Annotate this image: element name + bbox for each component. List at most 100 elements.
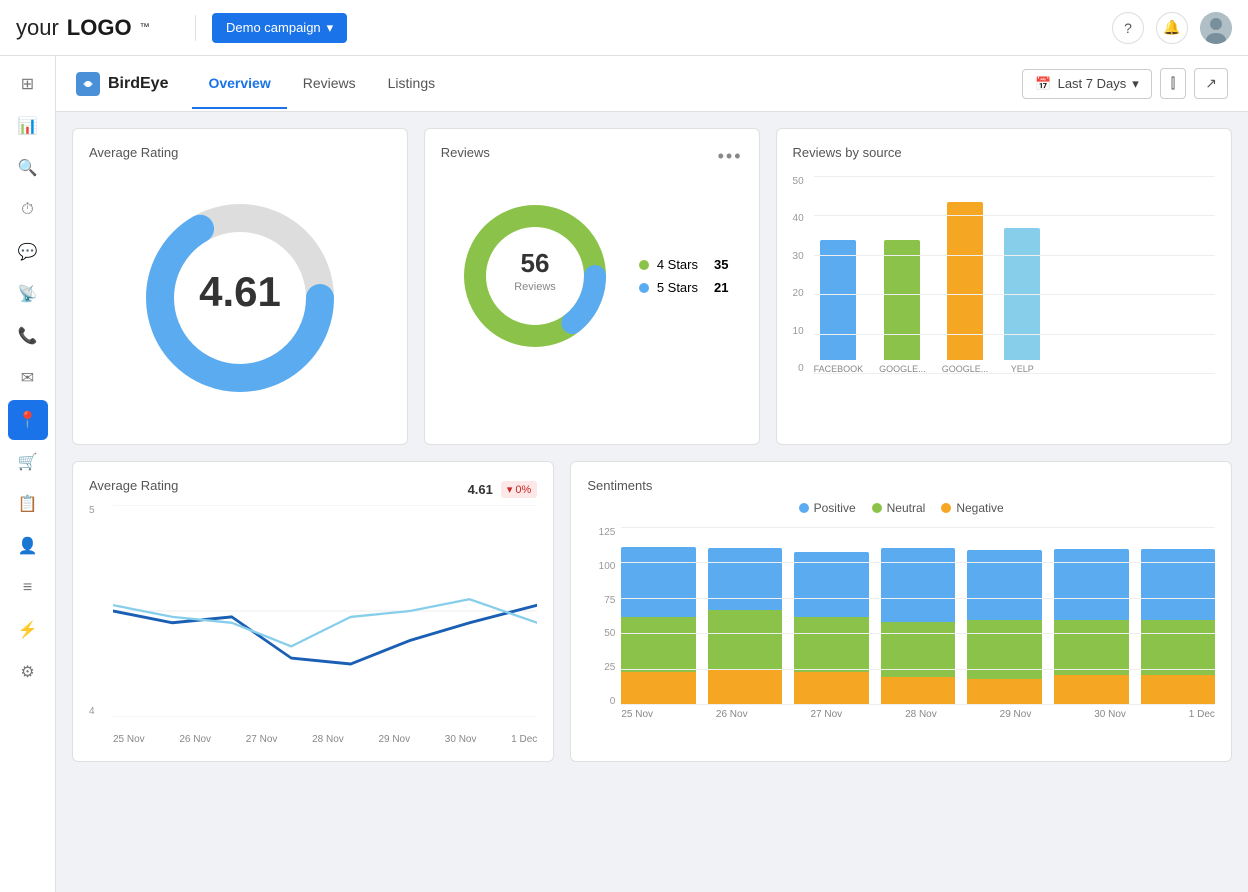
avg-rating-donut: 4.61	[130, 188, 350, 408]
sidebar-item-phone[interactable]: 📞	[8, 316, 48, 356]
sentiments-legend: Positive Neutral Negative	[587, 501, 1215, 515]
sent-negative-5	[967, 679, 1042, 705]
sidebar-item-email[interactable]: ✉	[8, 358, 48, 398]
reviews-donut: 56 Reviews	[455, 196, 615, 356]
reports-icon: 📋	[18, 494, 38, 514]
sub-nav-right: 📅 Last 7 Days ▾ ⫿ ↗	[1022, 68, 1228, 99]
main-layout: ⊞ 📊 🔍 ⏱ 💬 📡 📞 ✉ 📍 🛒 📋 👤 ≡ ⚡ ⚙ BirdEye Ov…	[0, 56, 1248, 892]
reviews-content: 56 Reviews 4 Stars 35 5 Stars	[441, 176, 743, 376]
reviews-by-source-card: Reviews by source 50 40 30 20 10 0	[776, 128, 1232, 445]
email-icon: ✉	[21, 368, 34, 388]
sentiments-y-axis: 125 100 75 50 25 0	[587, 527, 615, 727]
analytics-icon: 📊	[18, 116, 38, 136]
sidebar-item-settings[interactable]: ⚙	[8, 652, 48, 692]
share-button[interactable]: ↗	[1194, 68, 1228, 99]
avg-trend-value: 4.61	[468, 482, 493, 497]
legend-positive: Positive	[799, 501, 856, 515]
top-row: Average Rating 4.61 Reviews •••	[72, 128, 1232, 445]
sentiments-bars-area: 25 Nov 26 Nov 27 Nov 28 Nov 29 Nov 30 No…	[621, 527, 1215, 727]
help-button[interactable]: ?	[1112, 12, 1144, 44]
sent-negative-1	[621, 672, 696, 705]
sent-positive-6	[1054, 549, 1129, 620]
more-options-button[interactable]: •••	[718, 146, 743, 167]
sidebar-item-analytics[interactable]: 📊	[8, 106, 48, 146]
sent-bar-7	[1141, 549, 1216, 705]
source-title: Reviews by source	[793, 145, 1215, 160]
avg-trend-delta: ▾ 0%	[501, 481, 537, 498]
sent-bar-5	[967, 550, 1042, 705]
5stars-count: 21	[714, 280, 728, 295]
sidebar-item-plugins[interactable]: ⚡	[8, 610, 48, 650]
svg-text:4.61: 4.61	[199, 268, 281, 315]
chart-icon: ⫿	[1171, 75, 1175, 91]
neutral-dot	[872, 503, 882, 513]
settings-icon: ⚙	[20, 662, 34, 682]
reviews-card-header: Reviews •••	[441, 145, 743, 168]
source-y-axis: 50 40 30 20 10 0	[793, 176, 808, 396]
avg-trend-title: Average Rating	[89, 478, 178, 493]
notification-button[interactable]: 🔔	[1156, 12, 1188, 44]
bar-facebook: FACEBOOK	[814, 240, 864, 374]
date-range-label: Last 7 Days	[1058, 76, 1127, 91]
down-arrow-icon: ▾	[507, 483, 513, 496]
sent-neutral-4	[881, 622, 956, 677]
sent-positive-2	[708, 548, 783, 610]
sent-bar-1	[621, 547, 696, 705]
demo-campaign-button[interactable]: Demo campaign ▾	[212, 13, 347, 43]
demo-campaign-label: Demo campaign	[226, 20, 321, 35]
date-range-button[interactable]: 📅 Last 7 Days ▾	[1022, 69, 1151, 99]
bar-google2-label: GOOGLE...	[942, 364, 989, 374]
avatar[interactable]	[1200, 12, 1232, 44]
bar-google2-fill	[947, 202, 983, 360]
4stars-dot	[639, 260, 649, 270]
sent-positive-3	[794, 552, 869, 617]
line-x-axis: 25 Nov 26 Nov 27 Nov 28 Nov 29 Nov 30 No…	[113, 734, 537, 745]
tab-listings[interactable]: Listings	[372, 59, 451, 109]
bar-google1: GOOGLE...	[879, 240, 926, 374]
avg-rating-donut-container: 4.61	[89, 168, 391, 428]
sent-bar-4	[881, 548, 956, 705]
top-nav-right: ? 🔔	[1112, 12, 1232, 44]
sidebar-item-timer[interactable]: ⏱	[8, 190, 48, 230]
chevron-down-icon: ▾	[1132, 76, 1139, 92]
sidebar: ⊞ 📊 🔍 ⏱ 💬 📡 📞 ✉ 📍 🛒 📋 👤 ≡ ⚡ ⚙	[0, 56, 56, 892]
content-area: BirdEye Overview Reviews Listings 📅 Last…	[56, 56, 1248, 892]
source-bars-area: FACEBOOK GOOGLE... GOOGLE...	[814, 176, 1215, 396]
avg-trend-card: Average Rating 4.61 ▾ 0% 5 4	[72, 461, 554, 762]
broadcast-icon: 📡	[18, 284, 38, 304]
sidebar-item-home[interactable]: ⊞	[8, 64, 48, 104]
bottom-row: Average Rating 4.61 ▾ 0% 5 4	[72, 461, 1232, 762]
sidebar-item-list[interactable]: ≡	[8, 568, 48, 608]
top-navbar: yourLOGO™ Demo campaign ▾ ? 🔔	[0, 0, 1248, 56]
sidebar-item-messages[interactable]: 💬	[8, 232, 48, 272]
bar-google1-label: GOOGLE...	[879, 364, 926, 374]
list-icon: ≡	[23, 579, 32, 597]
sidebar-item-location[interactable]: 📍	[8, 400, 48, 440]
sidebar-item-broadcast[interactable]: 📡	[8, 274, 48, 314]
legend-4stars: 4 Stars 35	[639, 257, 729, 272]
chat-icon: 💬	[18, 242, 38, 262]
avg-trend-value-area: 4.61 ▾ 0%	[468, 481, 538, 498]
logo-tm: ™	[140, 22, 150, 33]
sent-neutral-6	[1054, 620, 1129, 675]
shop-icon: 🛒	[18, 452, 38, 472]
average-rating-card: Average Rating 4.61	[72, 128, 408, 445]
sub-nav-tabs: Overview Reviews Listings	[192, 59, 451, 109]
bar-facebook-label: FACEBOOK	[814, 364, 864, 374]
tab-reviews[interactable]: Reviews	[287, 59, 372, 109]
brand-logo: BirdEye	[76, 72, 168, 96]
chart-view-button[interactable]: ⫿	[1160, 68, 1186, 99]
avg-trend-header: Average Rating 4.61 ▾ 0%	[89, 478, 537, 501]
sidebar-item-shop[interactable]: 🛒	[8, 442, 48, 482]
sidebar-item-reports[interactable]: 📋	[8, 484, 48, 524]
reviews-legend: 4 Stars 35 5 Stars 21	[639, 257, 729, 295]
negative-label: Negative	[956, 501, 1003, 515]
logo-logo: LOGO	[67, 15, 132, 41]
avg-rating-title: Average Rating	[89, 145, 391, 160]
line-chart-area: 5 4	[89, 505, 537, 745]
tab-overview[interactable]: Overview	[192, 59, 286, 109]
sub-navbar: BirdEye Overview Reviews Listings 📅 Last…	[56, 56, 1248, 112]
sidebar-item-search[interactable]: 🔍	[8, 148, 48, 188]
sent-positive-4	[881, 548, 956, 622]
sidebar-item-user[interactable]: 👤	[8, 526, 48, 566]
